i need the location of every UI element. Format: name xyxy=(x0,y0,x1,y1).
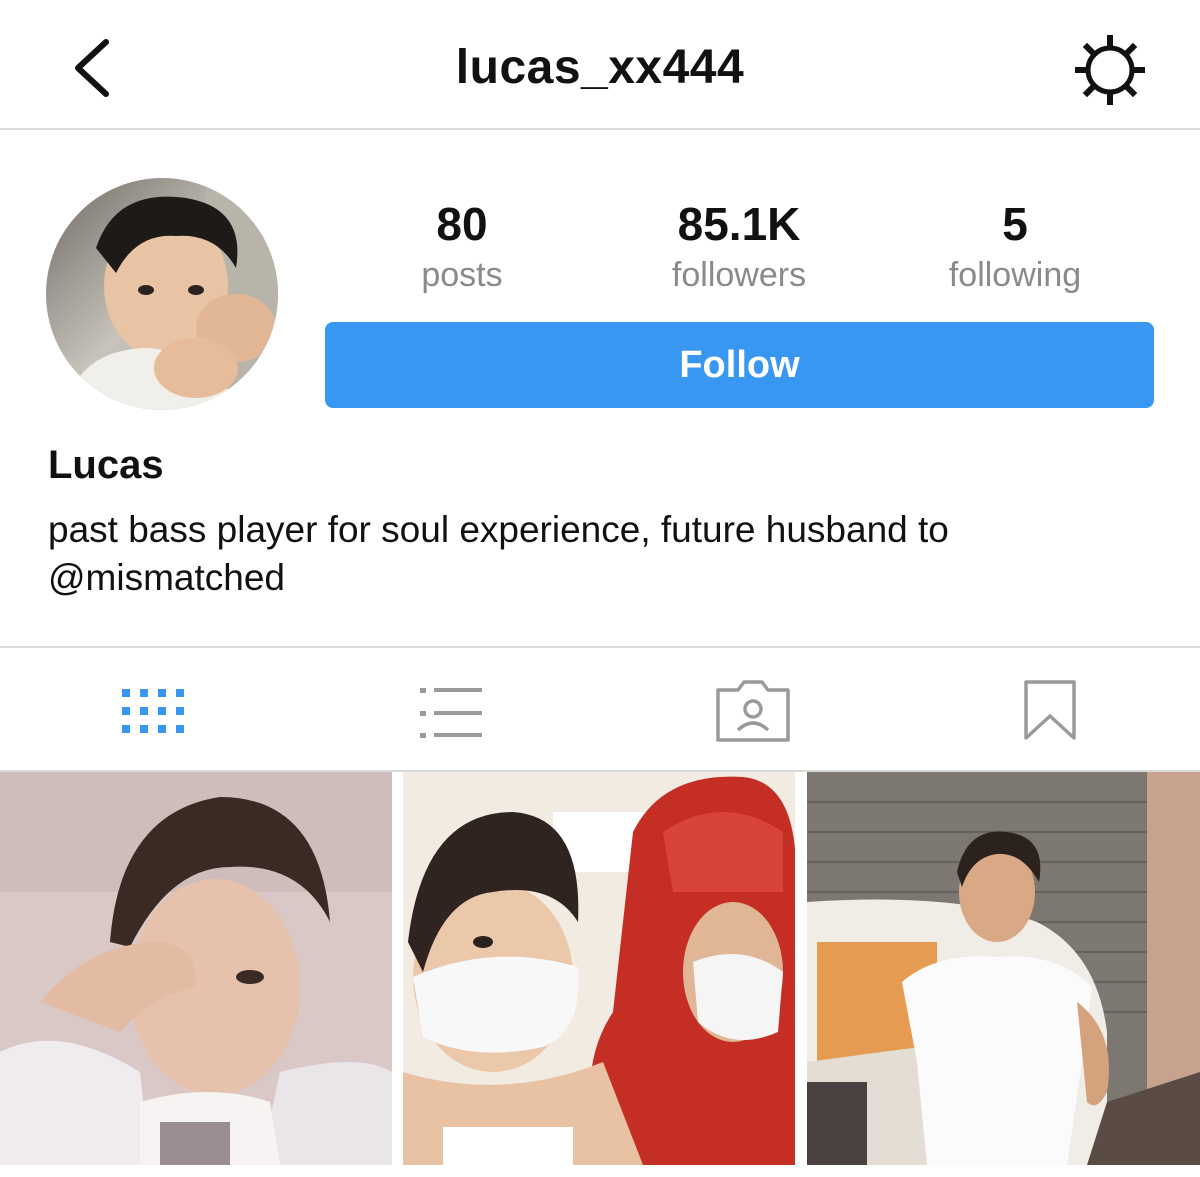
tab-saved-view[interactable] xyxy=(1018,676,1082,744)
top-navigation-bar: lucas_xx444 xyxy=(0,0,1200,130)
tab-tagged-view[interactable] xyxy=(712,676,794,744)
tagged-icon xyxy=(716,680,790,742)
bio-mention-link[interactable]: @mismatched xyxy=(48,554,1148,602)
post-photo xyxy=(0,772,392,1165)
profile-username: lucas_xx444 xyxy=(455,41,745,94)
avatar-photo xyxy=(46,178,278,410)
posts-count-label: posts xyxy=(421,256,503,294)
followers-count[interactable]: 85.1K followers xyxy=(619,196,859,298)
follow-button[interactable]: Follow xyxy=(325,322,1154,408)
following-count[interactable]: 5 following xyxy=(895,196,1135,298)
post-thumbnail[interactable] xyxy=(0,772,392,1165)
profile-view-tabs xyxy=(0,646,1200,772)
tab-grid-view[interactable] xyxy=(110,676,190,744)
post-thumbnail[interactable] xyxy=(807,772,1200,1165)
followers-count-value: 85.1K xyxy=(677,198,801,250)
posts-count[interactable]: 80 posts xyxy=(342,196,582,298)
post-photo xyxy=(403,772,795,1165)
list-icon xyxy=(420,688,482,738)
followers-count-label: followers xyxy=(671,256,807,294)
bookmark-icon xyxy=(1024,680,1076,740)
settings-button[interactable] xyxy=(1074,34,1146,106)
grid-icon xyxy=(122,689,184,733)
following-count-value: 5 xyxy=(1002,198,1028,250)
bio-text: past bass player for soul experience, fu… xyxy=(48,509,949,550)
tab-list-view[interactable] xyxy=(412,676,492,744)
profile-avatar[interactable] xyxy=(46,178,278,410)
profile-bio: past bass player for soul experience, fu… xyxy=(48,506,1148,602)
post-photo xyxy=(807,772,1200,1165)
posts-grid xyxy=(0,772,1200,1177)
profile-display-name: Lucas xyxy=(48,443,164,487)
gear-icon xyxy=(1075,35,1145,105)
following-count-label: following xyxy=(948,256,1082,294)
post-thumbnail[interactable] xyxy=(403,772,795,1165)
posts-count-value: 80 xyxy=(436,198,488,250)
